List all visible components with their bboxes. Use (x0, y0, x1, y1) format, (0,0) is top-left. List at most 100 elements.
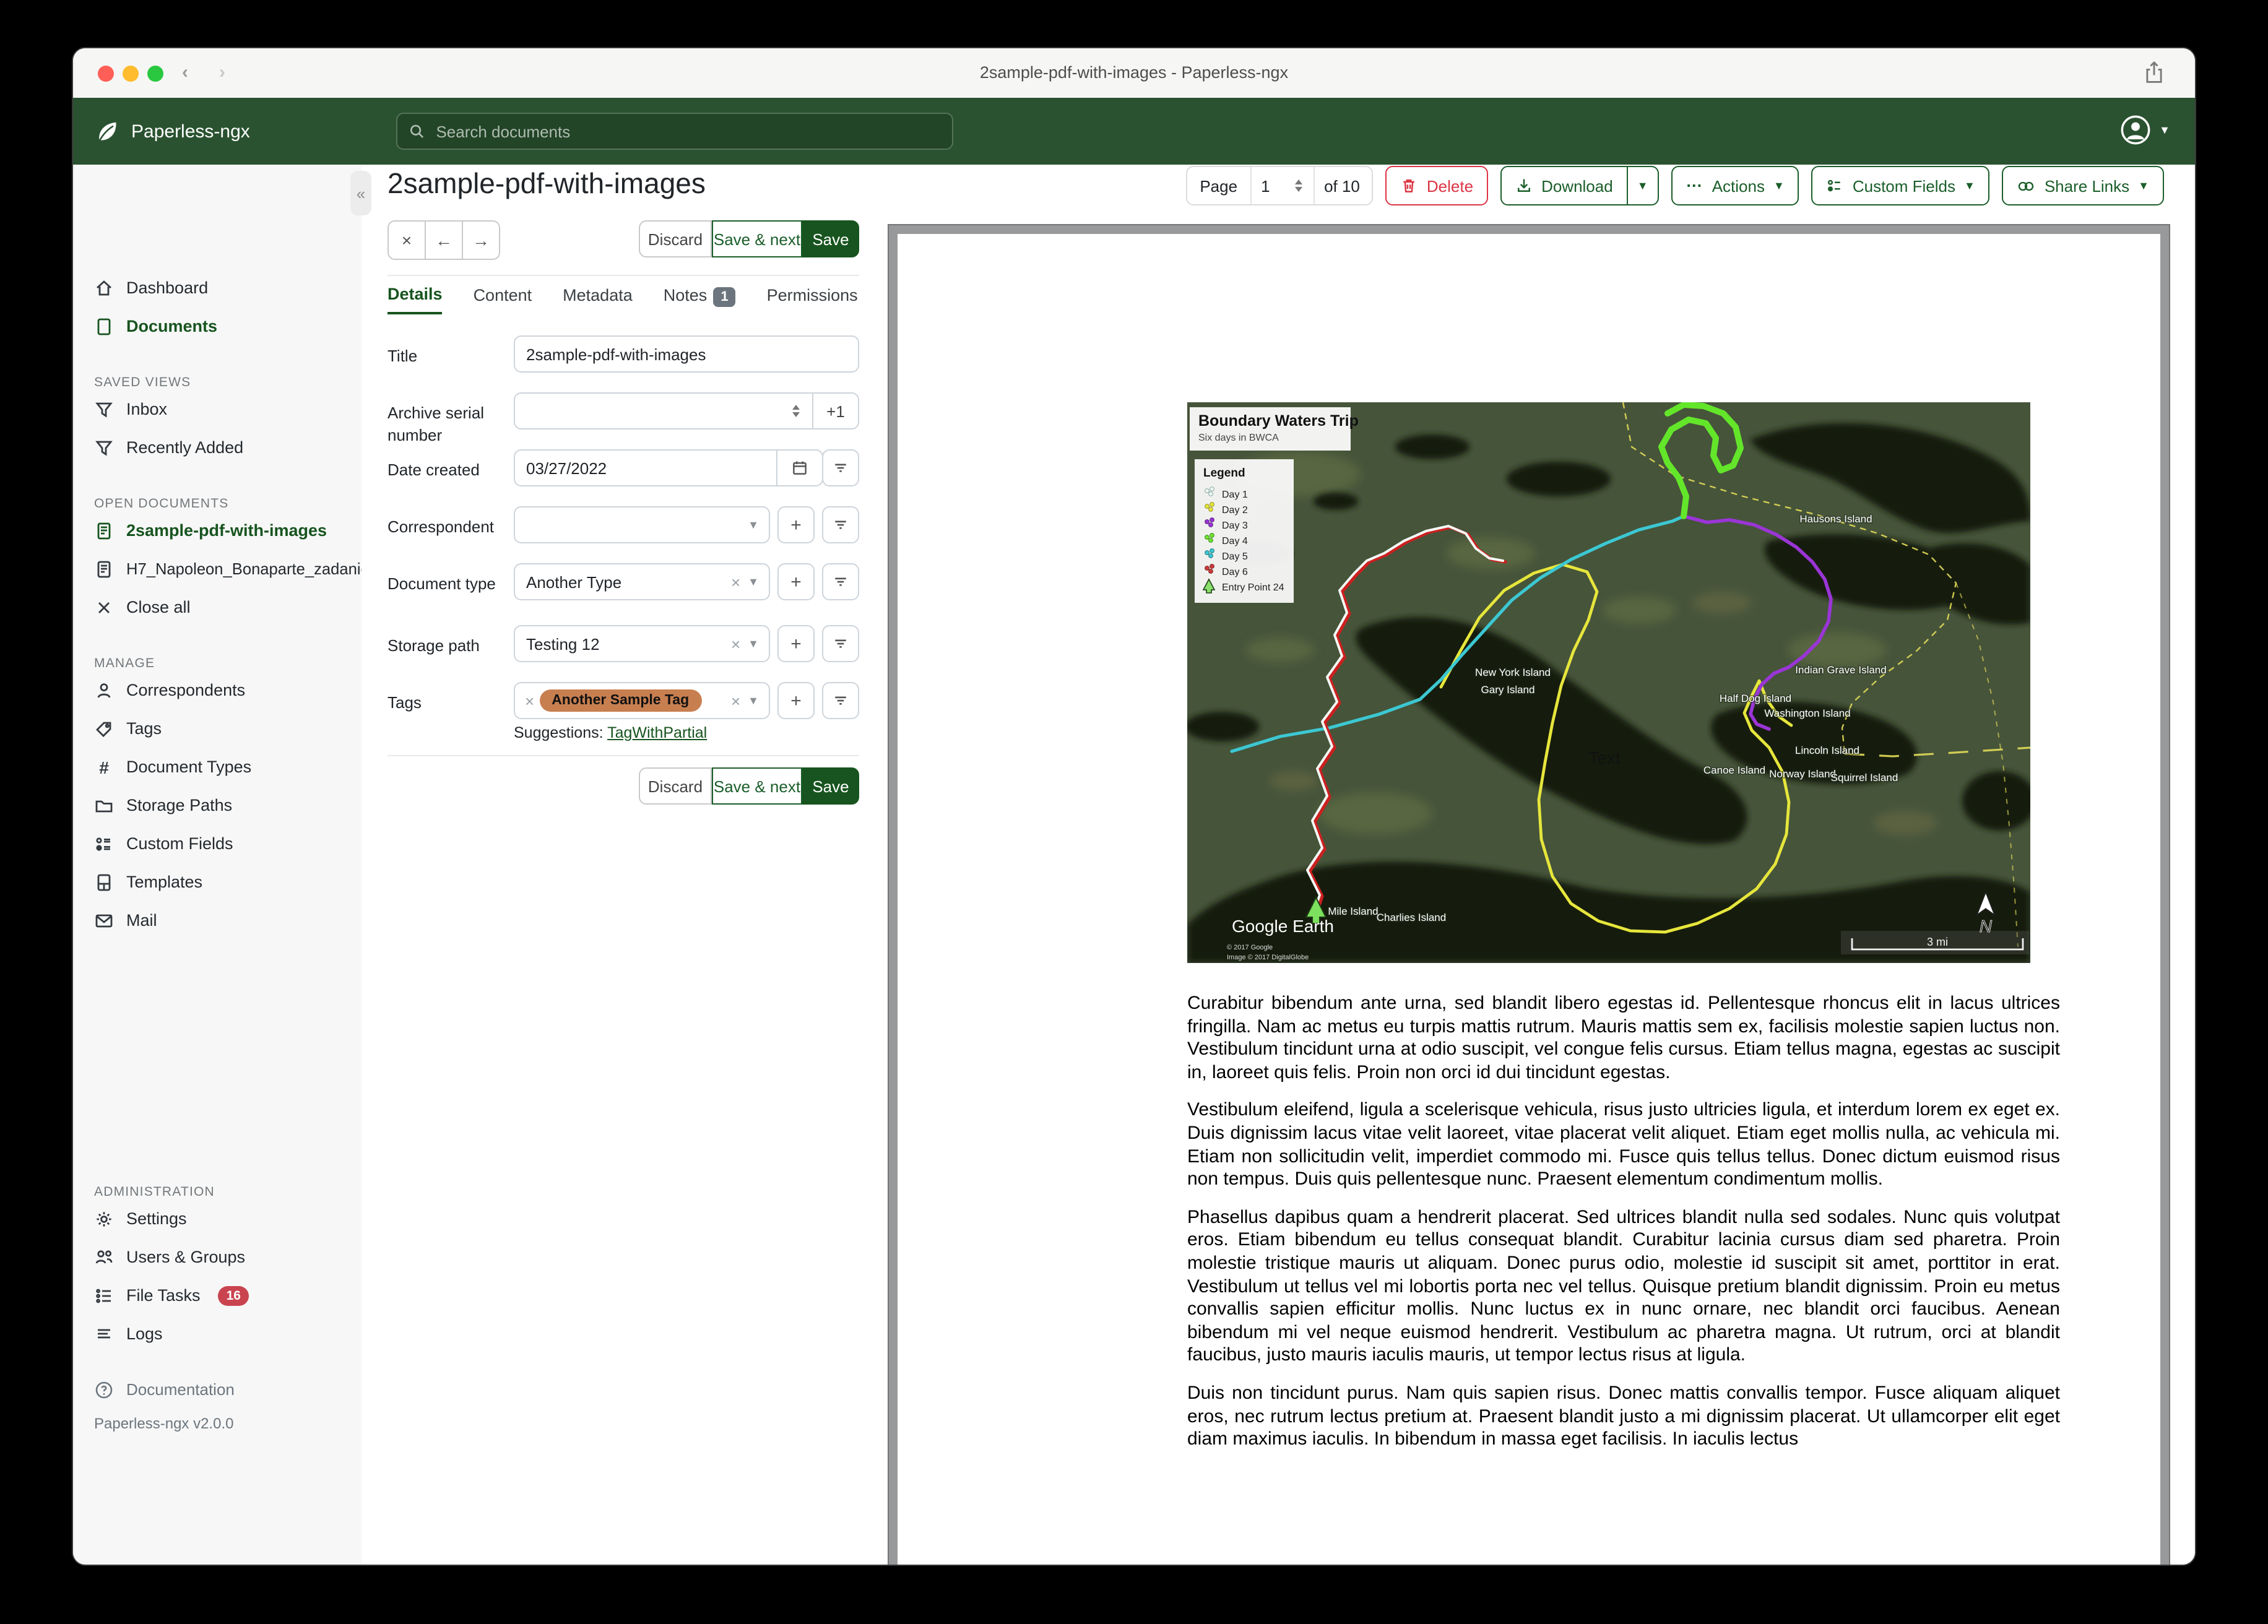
download-split-button: Download ▼ (1500, 166, 1659, 205)
sidebar-item-settings[interactable]: Settings (73, 1199, 361, 1238)
page-title: 2sample-pdf-with-images (387, 167, 706, 199)
actions-caret-icon: ▼ (1773, 179, 1785, 191)
save-button-bottom[interactable]: Save (802, 767, 859, 805)
north-label: N (1980, 917, 1993, 936)
previous-document-button[interactable]: ← (426, 220, 463, 260)
asn-stepper[interactable] (792, 405, 800, 417)
close-document-button[interactable]: × (387, 220, 426, 260)
correspondent-select[interactable]: ▼ (514, 506, 770, 543)
sidebar-item-inbox[interactable]: Inbox (73, 390, 361, 428)
sidebar-item-label: Storage Paths (126, 796, 233, 814)
save-next-button[interactable]: Save & next (712, 220, 802, 257)
users-icon (95, 1250, 113, 1263)
suggestion-link[interactable]: TagWithPartial (607, 724, 707, 741)
macos-share-icon[interactable] (2143, 61, 2165, 92)
storage-path-select[interactable]: Testing 12 × ▼ (514, 625, 770, 662)
sidebar-item-recently-added[interactable]: Recently Added (73, 428, 361, 467)
sidebar-item-users-groups[interactable]: Users & Groups (73, 1238, 361, 1276)
tab-details[interactable]: Details (387, 285, 443, 314)
save-button[interactable]: Save (802, 220, 859, 257)
storage-path-clear-icon[interactable]: × (726, 634, 745, 653)
avatar-icon (2121, 115, 2150, 145)
tag-chip[interactable]: Another Sample Tag (539, 689, 702, 712)
add-document-type-button[interactable]: + (777, 563, 815, 600)
tag-remove-icon[interactable]: × (515, 691, 539, 710)
sidebar-item-documentation[interactable]: Documentation (73, 1370, 361, 1409)
discard-button-bottom[interactable]: Discard (639, 767, 712, 805)
sidebar-item-label: Logs (126, 1324, 163, 1343)
download-button[interactable]: Download (1500, 166, 1628, 205)
file-text-icon (97, 522, 111, 539)
tab-permissions[interactable]: Permissions (767, 286, 858, 313)
map-label: Gary Island (1481, 684, 1535, 696)
next-document-button[interactable]: → (463, 220, 500, 260)
add-correspondent-button[interactable]: + (777, 506, 815, 543)
sidebar-item-documents[interactable]: Documents (73, 307, 361, 345)
scale-label: 3 mi (1927, 936, 1948, 948)
sidebar-item-correspondents[interactable]: Correspondents (73, 671, 361, 709)
user-menu-caret-icon: ▼ (2159, 123, 2170, 136)
tab-notes[interactable]: Notes 1 (664, 286, 736, 313)
discard-button[interactable]: Discard (639, 220, 712, 257)
pdf-preview-panel[interactable]: Hausons Island New York Island Gary Isla… (889, 225, 2169, 1565)
map-label: Charlies Island (1377, 912, 1446, 923)
tags-select[interactable]: × Another Sample Tag × ▼ (514, 682, 770, 719)
google-earth-logo-text: Google Earth (1232, 917, 1334, 936)
sidebar-section-saved-views: SAVED VIEWS (94, 375, 191, 390)
pdf-paragraph: Curabitur bibendum ante urna, sed blandi… (1187, 993, 2060, 1083)
date-created-label: Date created (387, 460, 480, 479)
add-storage-path-button[interactable]: + (777, 625, 815, 662)
sidebar-item-file-tasks[interactable]: File Tasks 16 (73, 1276, 361, 1315)
sidebar-item-close-all[interactable]: Close all (73, 588, 361, 626)
tags-filter-button[interactable] (822, 682, 859, 719)
app-brand[interactable]: Paperless-ngx (94, 118, 250, 144)
sidebar-item-tags[interactable]: Tags (73, 709, 361, 748)
svg-text:Day 5: Day 5 (1222, 551, 1248, 562)
custom-fields-icon (96, 837, 110, 850)
sidebar-collapse-button[interactable]: « (350, 171, 371, 215)
delete-button[interactable]: Delete (1385, 166, 1489, 205)
map-label: Mile Island (1328, 905, 1378, 917)
page-stepper[interactable] (1294, 179, 1302, 192)
date-filter-button[interactable] (822, 449, 859, 486)
storage-path-value: Testing 12 (526, 634, 600, 653)
search-bar[interactable] (396, 113, 953, 150)
download-dropdown-caret[interactable]: ▼ (1627, 166, 1659, 205)
sidebar-item-logs[interactable]: Logs (73, 1315, 361, 1353)
map-title-box: Boundary Waters Trip Six days in BWCA (1190, 407, 1359, 451)
sidebar-item-open-doc-1[interactable]: 2sample-pdf-with-images (73, 511, 361, 550)
document-type-filter-button[interactable] (822, 563, 859, 600)
tab-metadata[interactable]: Metadata (563, 286, 633, 313)
document-type-clear-icon[interactable]: × (726, 572, 745, 591)
sidebar-item-document-types[interactable]: # Document Types (73, 748, 361, 786)
map-title: Boundary Waters Trip (1198, 412, 1359, 430)
save-next-button-bottom[interactable]: Save & next (712, 767, 802, 805)
sidebar-item-dashboard[interactable]: Dashboard (73, 269, 361, 307)
share-links-button[interactable]: Share Links ▼ (2002, 166, 2164, 205)
map-label: Canoe Island (1703, 764, 1765, 776)
correspondent-filter-button[interactable] (822, 506, 859, 543)
tab-content[interactable]: Content (474, 286, 532, 313)
tags-clear-icon[interactable]: × (726, 691, 745, 710)
document-type-select[interactable]: Another Type × ▼ (514, 563, 770, 600)
actions-button[interactable]: ⋯ Actions ▼ (1671, 166, 1799, 205)
page-number-input[interactable] (1250, 167, 1315, 204)
sidebar-item-custom-fields[interactable]: Custom Fields (73, 824, 361, 863)
user-menu[interactable]: ▼ (2119, 114, 2170, 146)
search-input[interactable] (433, 121, 941, 142)
close-icon (98, 602, 110, 613)
custom-fields-button[interactable]: Custom Fields ▼ (1811, 166, 1990, 205)
trash-icon (1404, 179, 1415, 192)
sidebar-item-mail[interactable]: Mail (73, 901, 361, 939)
storage-path-filter-button[interactable] (822, 625, 859, 662)
asn-plus-one-button[interactable]: +1 (813, 394, 858, 428)
sidebar-item-templates[interactable]: Templates (73, 863, 361, 901)
sidebar-item-open-doc-2[interactable]: H7_Napoleon_Bonaparte_zadanie (73, 550, 370, 588)
map-scale-bar: 3 mi (1841, 931, 2029, 954)
sidebar-item-storage-paths[interactable]: Storage Paths (73, 786, 361, 824)
date-created-input[interactable]: 03/27/2022 (515, 459, 776, 477)
map-label: Lincoln Island (1795, 745, 1859, 756)
add-tag-button[interactable]: + (777, 682, 815, 719)
calendar-button[interactable] (777, 451, 822, 485)
title-input[interactable] (514, 335, 859, 373)
